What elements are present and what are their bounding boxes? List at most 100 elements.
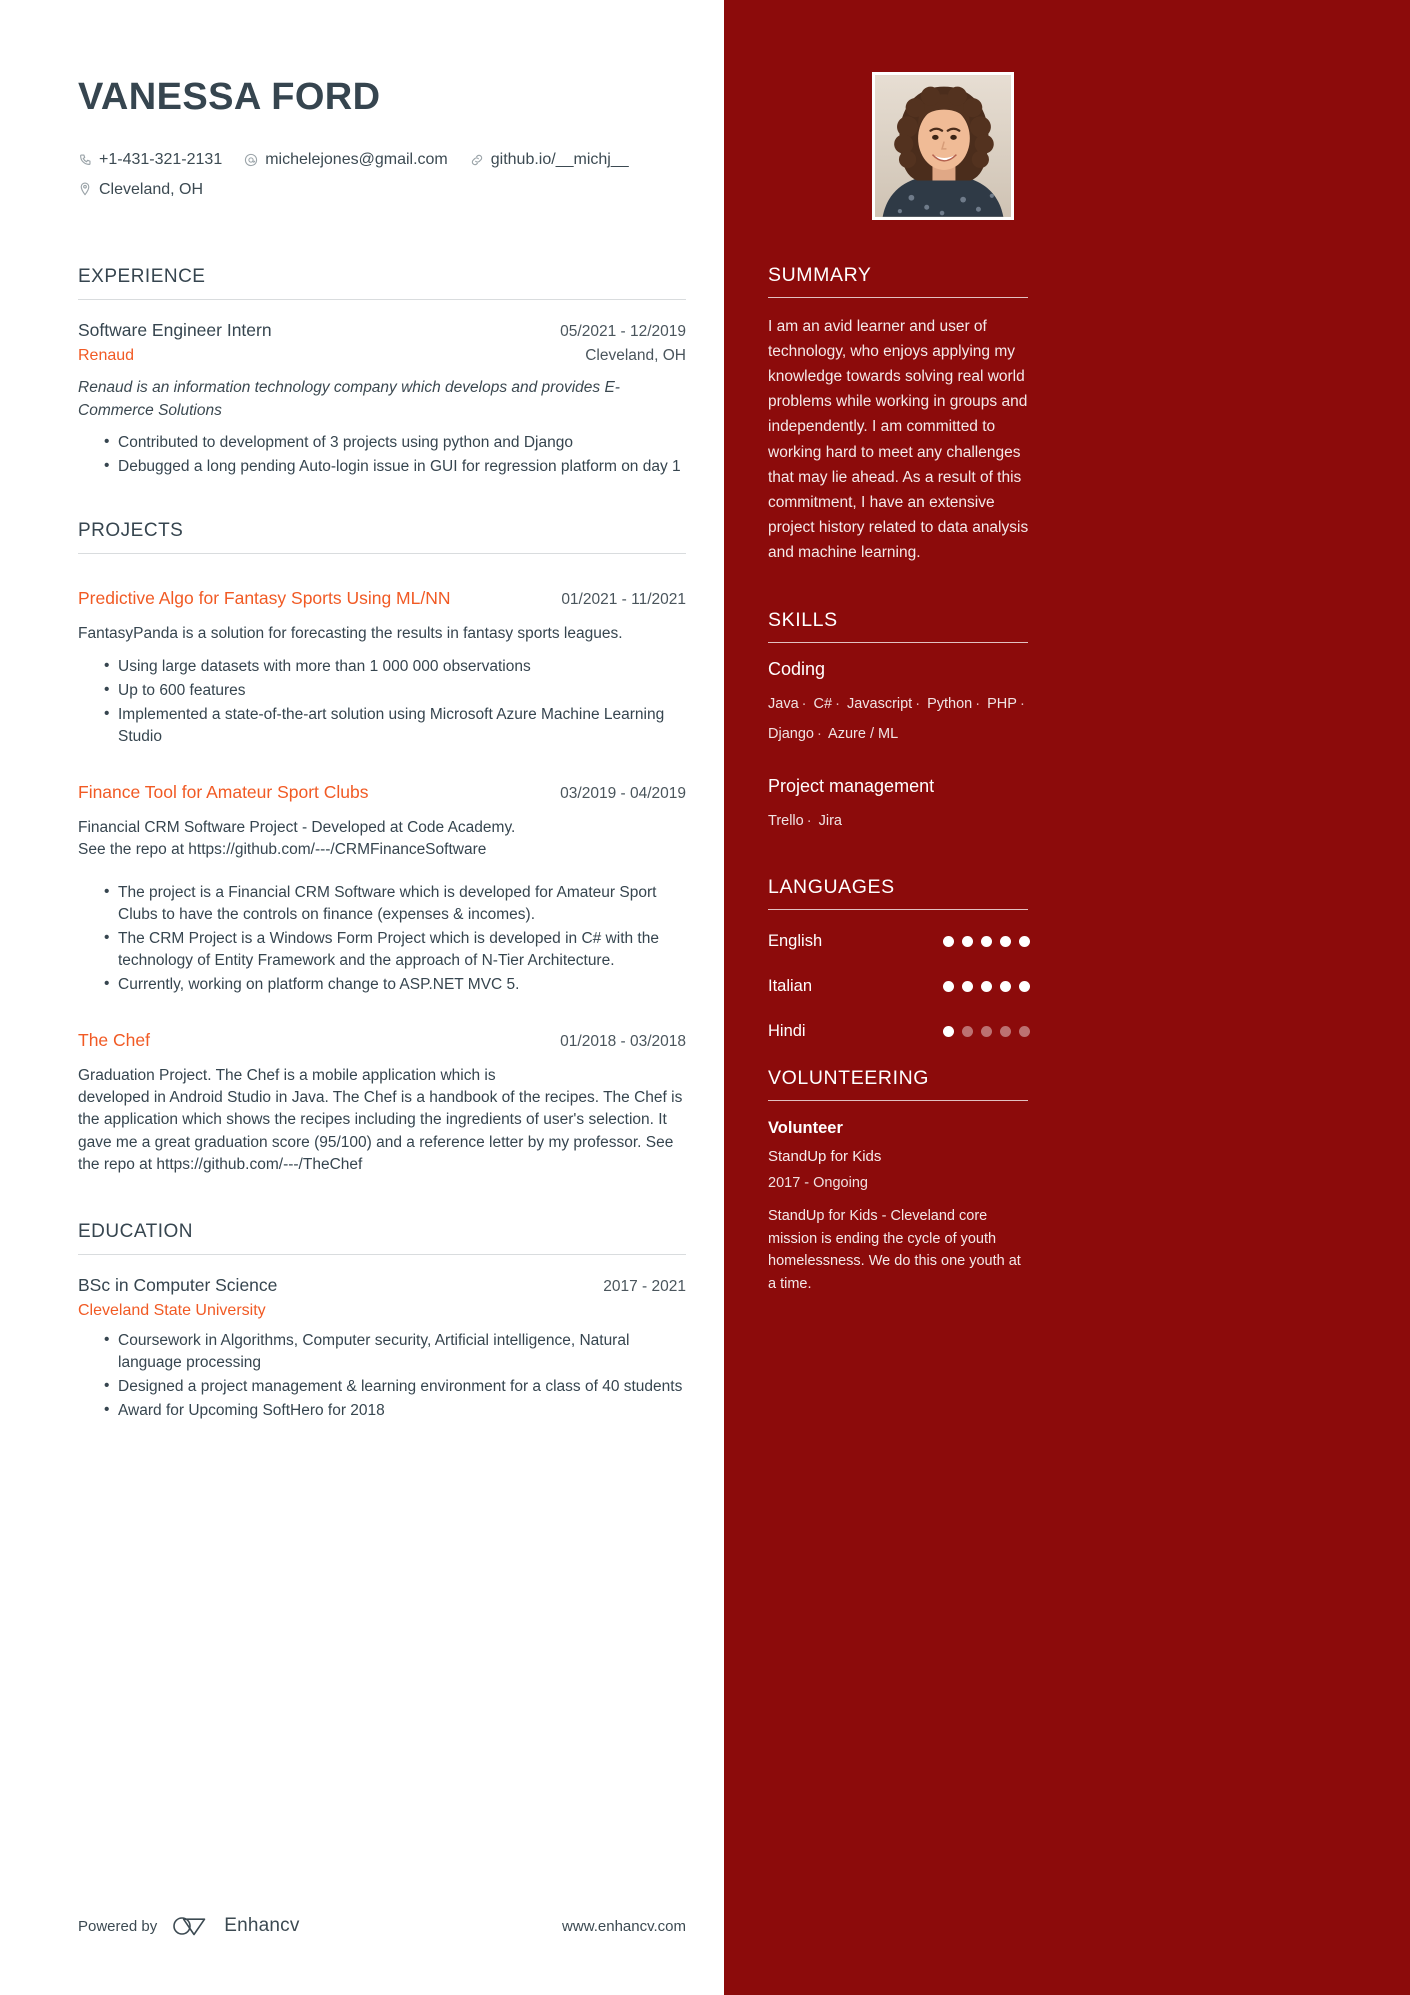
education-bullets: Coursework in Algorithms, Computer secur… xyxy=(78,1329,686,1422)
main-column: VANESSA FORD +1-431-321-2131 michelejone… xyxy=(0,0,724,1995)
experience-heading: EXPERIENCE xyxy=(78,266,206,288)
section-experience: EXPERIENCE Software Engineer Intern 05/2… xyxy=(78,266,686,478)
avatar xyxy=(872,72,1014,220)
list-item: Award for Upcoming SoftHero for 2018 xyxy=(104,1399,686,1422)
project-date: 01/2018 - 03/2018 xyxy=(560,1032,686,1050)
skill-item: Trello xyxy=(768,812,804,829)
section-projects: PROJECTS Predictive Algo for Fantasy Spo… xyxy=(78,520,686,1177)
project-description: Graduation Project. The Chef is a mobile… xyxy=(78,1066,683,1174)
job-title: Software Engineer Intern xyxy=(78,320,272,341)
list-item: Up to 600 features xyxy=(104,679,686,702)
contact-phone[interactable]: +1-431-321-2131 xyxy=(78,145,222,175)
contact-location: Cleveland, OH xyxy=(78,175,686,205)
divider xyxy=(768,297,1028,298)
skill-item: Django xyxy=(768,725,814,742)
divider xyxy=(768,909,1028,911)
contact-email-text: michelejones@gmail.com xyxy=(265,151,448,168)
experience-entry-header: Software Engineer Intern 05/2021 - 12/20… xyxy=(78,320,686,341)
summary-heading: SUMMARY xyxy=(768,264,872,286)
sidebar-section-summary: SUMMARY I am an avid learner and user of… xyxy=(768,264,1360,565)
list-item: Debugged a long pending Auto-login issue… xyxy=(104,455,686,478)
summary-text: I am an avid learner and user of technol… xyxy=(768,318,1029,561)
contact-website-text: github.io/__michj__ xyxy=(490,151,629,168)
school-name: Cleveland State University xyxy=(78,1301,266,1319)
list-item: The project is a Financial CRM Software … xyxy=(104,881,686,926)
enhancv-logo: Enhancv xyxy=(171,1915,299,1937)
project-description: Financial CRM Software Project - Develop… xyxy=(78,818,516,859)
language-name: English xyxy=(768,932,823,951)
skill-item: Java xyxy=(768,696,799,713)
language-name: Italian xyxy=(768,977,813,996)
skills-heading: SKILLS xyxy=(768,609,838,632)
skill-item: Azure / ML xyxy=(828,725,899,742)
experience-entry: Software Engineer Intern 05/2021 - 12/20… xyxy=(78,320,686,478)
portrait-photo xyxy=(875,75,1011,217)
list-item: Contributed to development of 3 projects… xyxy=(104,431,686,454)
footer-branding: Powered by Enhancv xyxy=(78,1915,300,1937)
project-entry-header: Finance Tool for Amateur Sport Clubs 03/… xyxy=(78,782,686,803)
contact-email[interactable]: michelejones@gmail.com xyxy=(244,145,448,175)
skill-group-coding: Coding Java · C# · Javascript · Python · PHP… xyxy=(768,659,1360,749)
list-item: Implemented a state-of-the-art solution … xyxy=(104,703,686,748)
skill-item: C# xyxy=(813,696,833,713)
project-title: Finance Tool for Amateur Sport Clubs xyxy=(78,781,369,802)
list-item: Using large datasets with more than 1 00… xyxy=(104,655,686,678)
experience-bullets: Contributed to development of 3 projects… xyxy=(78,431,686,478)
project-description: FantasyPanda is a solution for forecasti… xyxy=(78,625,623,643)
list-item: The CRM Project is a Windows Form Projec… xyxy=(104,927,686,972)
language-row: Hindi xyxy=(768,1022,1030,1041)
contact-info: +1-431-321-2131 michelejones@gmail.com g… xyxy=(78,145,686,204)
company-summary: Renaud is an information technology comp… xyxy=(78,379,620,419)
sidebar-section-volunteering: VOLUNTEERING Volunteer StandUp for Kids … xyxy=(768,1067,1360,1295)
project-title: The Chef xyxy=(78,1029,150,1050)
project-entry: The Chef 01/2018 - 03/2018 Graduation Pr… xyxy=(78,1030,686,1177)
powered-by-label: Powered by xyxy=(78,1917,158,1935)
project-bullets: Using large datasets with more than 1 00… xyxy=(78,655,686,748)
footer: Powered by Enhancv www.enhancv.com xyxy=(78,1915,686,1937)
skill-item: PHP xyxy=(987,696,1017,713)
divider xyxy=(78,299,686,301)
link-icon xyxy=(470,153,484,167)
footer-website: www.enhancv.com xyxy=(562,1917,686,1935)
list-item: Designed a project management & learning… xyxy=(104,1375,686,1398)
company-name: Renaud xyxy=(78,347,135,365)
project-date: 01/2021 - 11/2021 xyxy=(561,591,686,609)
volunteer-date: 2017 - Ongoing xyxy=(768,1175,868,1192)
contact-website[interactable]: github.io/__michj__ xyxy=(470,145,629,175)
sidebar: SUMMARY I am an avid learner and user of… xyxy=(724,0,1410,1995)
project-entry-header: The Chef 01/2018 - 03/2018 xyxy=(78,1030,686,1051)
divider xyxy=(78,553,686,555)
skill-items: Java · C# · Javascript · Python · PHP · Djang… xyxy=(768,696,1025,742)
project-entry: Finance Tool for Amateur Sport Clubs 03/… xyxy=(78,782,686,996)
email-icon xyxy=(244,153,258,167)
skill-group-title: Coding xyxy=(768,659,826,680)
sidebar-section-languages: LANGUAGES English Italian Hindi xyxy=(768,876,1360,1041)
phone-icon xyxy=(78,153,92,166)
resume-page: SUMMARY I am an avid learner and user of… xyxy=(0,0,1410,1995)
language-row: English xyxy=(768,932,1030,951)
project-title: Predictive Algo for Fantasy Sports Using… xyxy=(78,588,451,609)
volunteer-organization: StandUp for Kids xyxy=(768,1148,882,1166)
skill-group-project-management: Project management Trello · Jira xyxy=(768,776,1360,837)
education-heading: EDUCATION xyxy=(78,1220,193,1242)
volunteering-heading: VOLUNTEERING xyxy=(768,1067,930,1090)
skill-items: Trello · Jira xyxy=(768,812,842,829)
skill-item: Javascript xyxy=(846,696,913,713)
contact-location-text: Cleveland, OH xyxy=(99,180,204,198)
education-entry-header: BSc in Computer Science 2017 - 2021 xyxy=(78,1275,686,1296)
job-date: 05/2021 - 12/2019 xyxy=(560,323,686,341)
experience-entry-subheader: Renaud Cleveland, OH xyxy=(78,347,686,365)
degree-date: 2017 - 2021 xyxy=(603,1277,686,1295)
volunteer-description: StandUp for Kids - Cleveland core missio… xyxy=(768,1208,1021,1292)
job-location: Cleveland, OH xyxy=(585,347,686,365)
brand-name: Enhancv xyxy=(224,1915,300,1936)
languages-heading: LANGUAGES xyxy=(768,876,895,899)
divider xyxy=(78,1253,686,1255)
education-entry: BSc in Computer Science 2017 - 2021 Clev… xyxy=(78,1275,686,1422)
language-row: Italian xyxy=(768,977,1030,996)
language-level-dots xyxy=(943,936,1030,948)
divider xyxy=(768,1100,1028,1102)
contact-phone-text: +1-431-321-2131 xyxy=(99,151,223,168)
project-entry: Predictive Algo for Fantasy Sports Using… xyxy=(78,588,686,747)
language-level-dots xyxy=(943,981,1030,993)
